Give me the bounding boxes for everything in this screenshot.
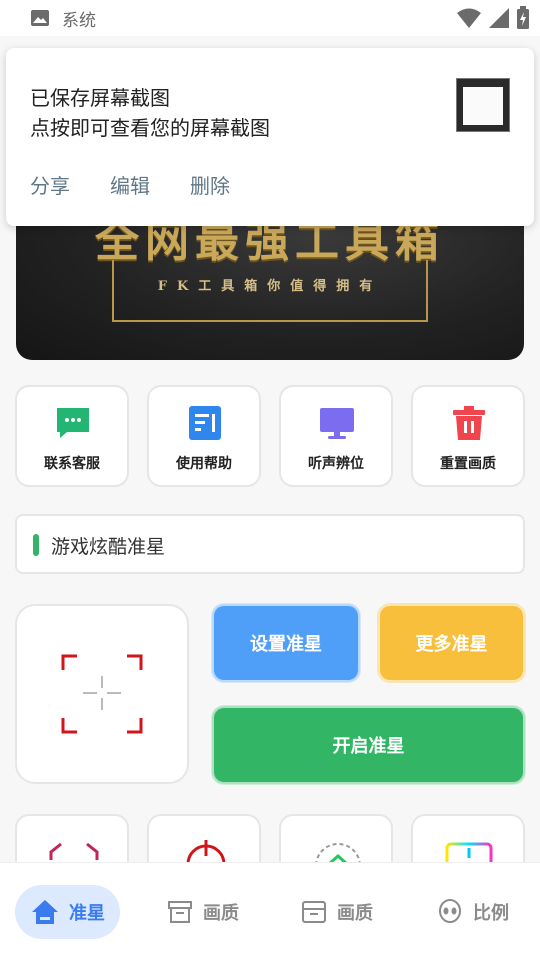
archive-icon [168, 901, 192, 923]
game-name-field[interactable]: 游戏炫酷准星 [15, 514, 525, 574]
status-bar: 系统 [0, 0, 540, 36]
inbox-icon [302, 901, 326, 923]
monitor-icon [320, 408, 354, 439]
wifi-icon [457, 8, 481, 28]
feature-contact-support[interactable]: 联系客服 [15, 385, 129, 487]
set-crosshair-button[interactable]: 设置准星 [212, 604, 360, 682]
signal-icon [489, 8, 509, 28]
feature-label: 联系客服 [44, 456, 100, 472]
feature-reset-quality[interactable]: 重置画质 [411, 385, 525, 487]
feature-sound-location[interactable]: 听声辨位 [279, 385, 393, 487]
nav-label: 准星 [69, 903, 105, 924]
open-crosshair-button[interactable]: 开启准星 [212, 706, 525, 784]
crosshair-icon [61, 654, 143, 734]
battery-charging-icon [517, 6, 529, 29]
field-accent-bar [33, 534, 39, 556]
crosshair-preview[interactable] [15, 604, 189, 784]
feature-usage-help[interactable]: 使用帮助 [147, 385, 261, 487]
screenshot-notification[interactable]: 已保存屏幕截图 点按即可查看您的屏幕截图 分享 编辑 删除 [6, 48, 534, 226]
more-crosshair-button[interactable]: 更多准星 [378, 604, 525, 682]
nav-label: 比例 [473, 903, 509, 924]
help-doc-icon [189, 406, 221, 440]
notification-title: 已保存屏幕截图 [30, 86, 170, 110]
game-name-value: 游戏炫酷准星 [51, 536, 166, 558]
feature-label: 使用帮助 [176, 456, 232, 472]
feature-label: 重置画质 [440, 456, 496, 472]
share-button[interactable]: 分享 [30, 170, 70, 199]
status-icons [456, 6, 530, 30]
nav-label: 画质 [337, 903, 373, 924]
nav-quality-2[interactable]: 画质 [301, 885, 373, 939]
app-screen: { "status_bar": { "system_label": "系统" }… [0, 0, 540, 960]
system-label: 系统 [62, 10, 96, 31]
home-icon [32, 900, 58, 924]
nav-label: 画质 [203, 903, 239, 924]
delete-button[interactable]: 删除 [190, 170, 230, 199]
nav-crosshair[interactable]: 准星 [15, 885, 120, 939]
notification-subtitle: 点按即可查看您的屏幕截图 [30, 116, 270, 140]
thumbnail-preview [463, 87, 503, 125]
bottom-navigation: 准星 画质 画质 比例 [0, 862, 540, 960]
edit-button[interactable]: 编辑 [110, 170, 150, 199]
notification-actions: 分享 编辑 删除 [30, 170, 230, 199]
trash-icon [453, 406, 485, 440]
image-icon [31, 10, 49, 26]
nav-ratio[interactable]: 比例 [437, 885, 509, 939]
screenshot-thumbnail[interactable] [456, 78, 510, 132]
chat-icon [57, 408, 89, 438]
banner-subtitle: FK工具箱你值得拥有 [157, 279, 383, 294]
nav-quality-1[interactable]: 画质 [167, 885, 239, 939]
alien-icon [439, 899, 461, 923]
feature-label: 听声辨位 [308, 456, 364, 472]
